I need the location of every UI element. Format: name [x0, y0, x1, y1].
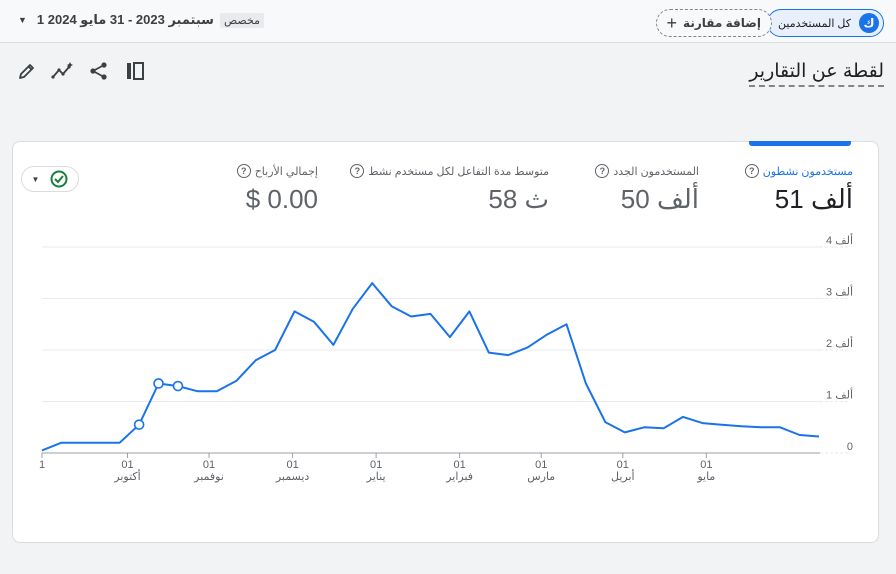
segment-badge: ك	[859, 13, 879, 33]
metric-active-users[interactable]: ? مستخدمون نشطون 51 ألف	[744, 164, 853, 215]
date-range-prefix: مخصص	[219, 12, 264, 28]
check-circle-icon	[50, 170, 68, 188]
metric-value: 58 ث	[488, 184, 549, 214]
metric-avg-engagement[interactable]: ? متوسط مدة التفاعل لكل مستخدم نشط 58 ث	[350, 164, 549, 215]
segment-label: كل المستخدمين	[778, 17, 851, 30]
metric-label: إجمالي الأرباح	[254, 165, 318, 178]
metric-label: مستخدمون نشطون	[762, 165, 853, 178]
metric-label: متوسط مدة التفاعل لكل مستخدم نشط	[368, 165, 549, 178]
segment-chip-all-users[interactable]: كل المستخدمين ك	[767, 9, 884, 37]
date-range-picker[interactable]: ▼ 1 سبتمبر 2023 - 31 مايو 2024 مخصص	[18, 12, 264, 28]
add-comparison-button[interactable]: + إضافة مقارنة	[655, 9, 772, 37]
metric-value: 51 ألف	[774, 184, 853, 214]
metric-value: $ 0.00	[245, 184, 318, 214]
date-range-text: 1 سبتمبر 2023 - 31 مايو 2024	[36, 12, 214, 27]
share-icon[interactable]	[86, 58, 112, 84]
help-icon[interactable]: ?	[236, 164, 251, 178]
plus-icon: +	[666, 13, 678, 33]
insights-icon[interactable]	[50, 58, 76, 84]
edit-icon[interactable]	[14, 58, 40, 84]
dropdown-arrow-icon: ▼	[31, 174, 40, 184]
metric-value: 50 ألف	[620, 184, 699, 214]
active-metric-indicator	[749, 141, 851, 146]
help-icon[interactable]: ?	[744, 164, 759, 178]
metric-total-revenue[interactable]: ? إجمالي الأرباح $ 0.00	[236, 164, 318, 215]
metric-label: المستخدمون الجدد	[613, 165, 699, 178]
page-title: لقطة عن التقارير	[749, 60, 884, 87]
top-bar: كل المستخدمين ك + إضافة مقارنة ▼ 1 سبتمب…	[0, 0, 896, 43]
add-comparison-label: إضافة مقارنة	[683, 16, 761, 30]
dropdown-arrow-icon: ▼	[18, 15, 27, 25]
help-icon[interactable]: ?	[595, 164, 610, 178]
report-toolbar	[14, 58, 148, 84]
data-quality-chip[interactable]: ▼	[21, 166, 79, 192]
metric-new-users[interactable]: ? المستخدمون الجدد 50 ألف	[595, 164, 699, 215]
compare-columns-icon[interactable]	[122, 58, 148, 84]
help-icon[interactable]: ?	[350, 164, 365, 178]
